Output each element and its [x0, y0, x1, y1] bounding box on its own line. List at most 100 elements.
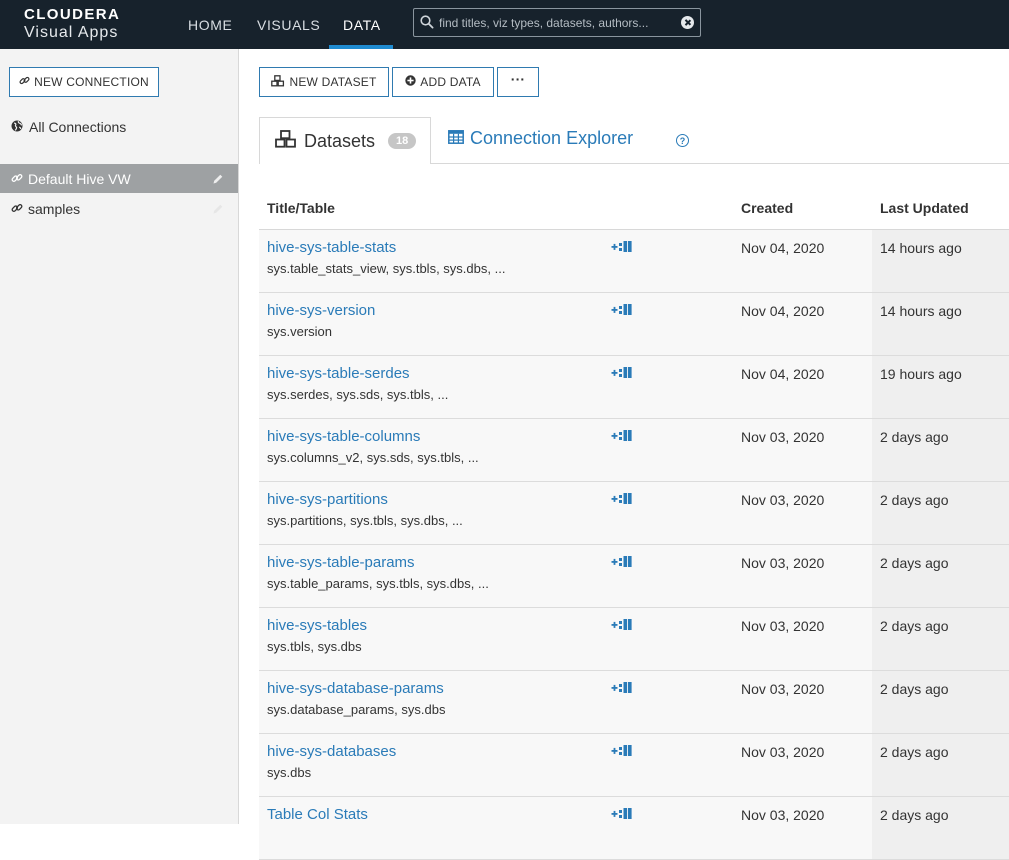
created-date: Nov 03, 2020	[741, 681, 825, 697]
table-row: hive-sys-databases sys.dbs Nov 03, 2020 …	[259, 734, 1009, 797]
dataset-title-link[interactable]: hive-sys-table-params	[267, 554, 415, 571]
new-connection-button[interactable]: NEW CONNECTION	[9, 67, 159, 97]
last-updated: 19 hours ago	[880, 366, 962, 382]
dataset-title-link[interactable]: hive-sys-table-serdes	[267, 365, 410, 382]
last-updated: 2 days ago	[880, 744, 949, 760]
all-connections-link[interactable]: All Connections	[11, 119, 126, 135]
plus-circle-icon	[405, 75, 416, 89]
datasets-count-badge: 18	[388, 133, 417, 149]
new-connection-label: NEW CONNECTION	[34, 75, 149, 89]
tab-connection-explorer-label: Connection Explorer	[470, 128, 634, 148]
dataset-title-link[interactable]: hive-sys-table-columns	[267, 428, 420, 445]
connection-item-samples[interactable]: samples	[0, 194, 238, 223]
new-dataset-label: NEW DATASET	[289, 75, 377, 89]
dataset-title-link[interactable]: hive-sys-table-stats	[267, 239, 396, 256]
dataset-tables: sys.tbls, sys.dbs	[267, 639, 362, 654]
new-dashboard-icon[interactable]	[611, 366, 633, 385]
new-dataset-button[interactable]: NEW DATASET	[259, 67, 389, 97]
dataset-title-link[interactable]: hive-sys-databases	[267, 743, 396, 760]
created-date: Nov 03, 2020	[741, 807, 825, 823]
edit-connection-icon[interactable]	[212, 202, 224, 218]
dataset-title-link[interactable]: hive-sys-tables	[267, 617, 367, 634]
dataset-tables: sys.columns_v2, sys.sds, sys.tbls, ...	[267, 450, 479, 465]
created-date: Nov 03, 2020	[741, 555, 825, 571]
search-input[interactable]	[439, 13, 671, 33]
connections-sidebar: NEW CONNECTION All Connections Default H…	[0, 49, 239, 824]
table-row: hive-sys-database-params sys.database_pa…	[259, 671, 1009, 734]
nav-visuals[interactable]: VISUALS	[257, 0, 320, 49]
nav-home[interactable]: HOME	[188, 0, 232, 49]
new-dashboard-icon[interactable]	[611, 807, 633, 826]
search-box	[413, 8, 701, 37]
created-date: Nov 03, 2020	[741, 492, 825, 508]
tab-connection-explorer[interactable]: Connection Explorer	[448, 128, 633, 149]
last-updated: 2 days ago	[880, 492, 949, 508]
globe-icon	[11, 119, 23, 135]
link-icon	[11, 201, 23, 217]
cubes-icon	[271, 74, 285, 90]
dataset-tables: sys.table_stats_view, sys.tbls, sys.dbs,…	[267, 261, 506, 276]
top-navbar: CLOUDERA Visual Apps HOME VISUALS DATA	[0, 0, 1009, 49]
nav-data[interactable]: DATA	[343, 0, 381, 49]
edit-connection-icon[interactable]	[212, 172, 224, 188]
help-icon[interactable]: ?	[676, 134, 689, 147]
dataset-tables: sys.serdes, sys.sds, sys.tbls, ...	[267, 387, 449, 402]
brand-subtitle: Visual Apps	[24, 24, 119, 41]
dataset-tables: sys.partitions, sys.tbls, sys.dbs, ...	[267, 513, 463, 528]
table-row: Table Col Stats Nov 03, 2020 2 days ago	[259, 797, 1009, 860]
last-updated: 2 days ago	[880, 429, 949, 445]
connection-item-default-hive-vw[interactable]: Default Hive VW	[0, 164, 238, 193]
more-options-button[interactable]: ···	[497, 67, 539, 97]
last-updated: 2 days ago	[880, 807, 949, 823]
created-date: Nov 03, 2020	[741, 744, 825, 760]
last-updated: 2 days ago	[880, 618, 949, 634]
connection-label: samples	[28, 200, 81, 217]
add-data-button[interactable]: ADD DATA	[392, 67, 494, 97]
last-updated: 14 hours ago	[880, 303, 962, 319]
clear-search-icon[interactable]	[681, 16, 694, 29]
dataset-title-link[interactable]: hive-sys-partitions	[267, 491, 388, 508]
link-icon	[11, 171, 23, 187]
created-date: Nov 04, 2020	[741, 366, 825, 382]
table-row: hive-sys-tables sys.tbls, sys.dbs Nov 03…	[259, 608, 1009, 671]
link-icon	[19, 75, 30, 89]
last-updated: 14 hours ago	[880, 240, 962, 256]
table-row: hive-sys-table-params sys.table_params, …	[259, 545, 1009, 608]
table-row: hive-sys-table-stats sys.table_stats_vie…	[259, 230, 1009, 293]
column-header-title[interactable]: Title/Table	[267, 200, 335, 220]
new-dashboard-icon[interactable]	[611, 555, 633, 574]
dataset-title-link[interactable]: hive-sys-database-params	[267, 680, 444, 697]
cubes-icon	[275, 129, 297, 153]
tabs-divider	[431, 163, 1009, 164]
new-dashboard-icon[interactable]	[611, 429, 633, 448]
add-data-label: ADD DATA	[420, 75, 481, 89]
created-date: Nov 03, 2020	[741, 429, 825, 445]
table-row: hive-sys-version sys.version Nov 04, 202…	[259, 293, 1009, 356]
new-dashboard-icon[interactable]	[611, 240, 633, 259]
last-updated: 2 days ago	[880, 555, 949, 571]
last-updated: 2 days ago	[880, 681, 949, 697]
dataset-tables: sys.version	[267, 324, 333, 339]
created-date: Nov 04, 2020	[741, 240, 825, 256]
new-dashboard-icon[interactable]	[611, 681, 633, 700]
new-dashboard-icon[interactable]	[611, 618, 633, 637]
tab-datasets-label: Datasets	[304, 130, 376, 151]
dataset-tables: sys.table_params, sys.tbls, sys.dbs, ...	[267, 576, 489, 591]
column-header-created[interactable]: Created	[741, 200, 793, 220]
table-icon	[448, 128, 464, 149]
table-row: hive-sys-partitions sys.partitions, sys.…	[259, 482, 1009, 545]
new-dashboard-icon[interactable]	[611, 744, 633, 763]
tab-datasets[interactable]: Datasets 18	[259, 117, 431, 164]
search-icon	[420, 15, 434, 34]
column-header-last-updated[interactable]: Last Updated	[880, 200, 969, 220]
new-dashboard-icon[interactable]	[611, 492, 633, 511]
dataset-title-link[interactable]: Table Col Stats	[267, 806, 368, 823]
brand-logo[interactable]: CLOUDERA Visual Apps	[24, 7, 120, 43]
connection-label: Default Hive VW	[28, 170, 131, 187]
dataset-title-link[interactable]: hive-sys-version	[267, 302, 375, 319]
nav-active-indicator	[329, 45, 393, 49]
dataset-tables: sys.database_params, sys.dbs	[267, 702, 446, 717]
new-dashboard-icon[interactable]	[611, 303, 633, 322]
created-date: Nov 04, 2020	[741, 303, 825, 319]
brand-name: CLOUDERA	[24, 6, 121, 23]
